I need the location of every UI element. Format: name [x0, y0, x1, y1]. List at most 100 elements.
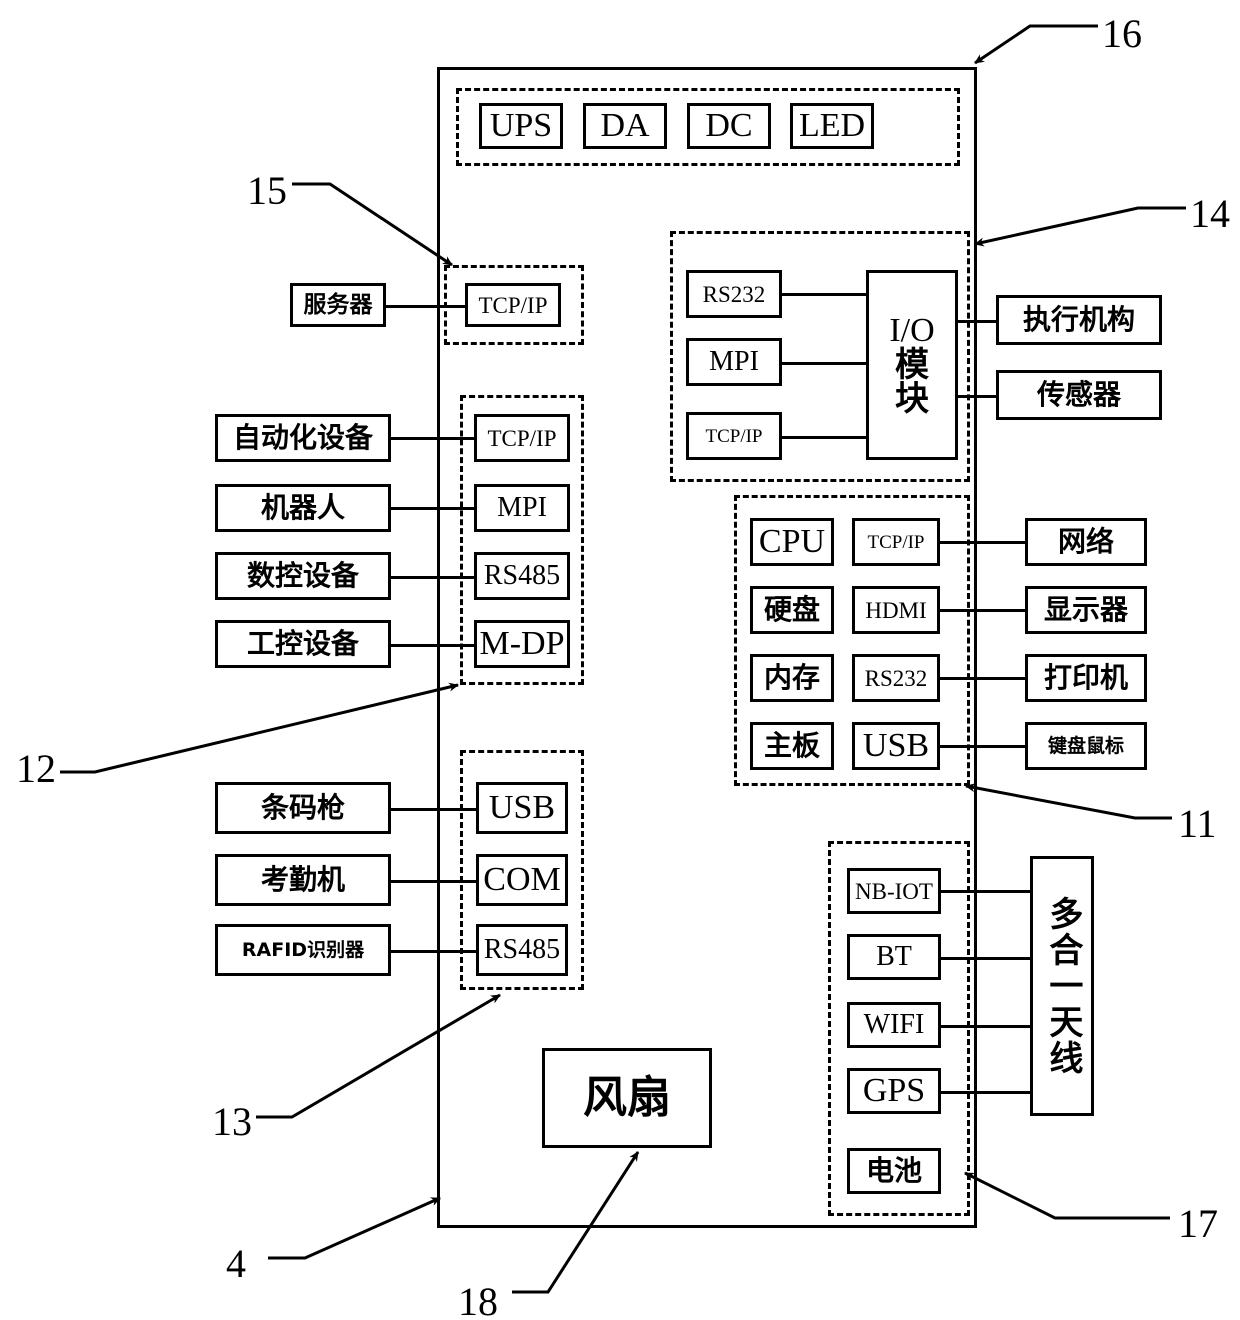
external-device-industrial-pc[interactable]: 工控设备 [215, 620, 391, 668]
connector-rs232-printer [940, 677, 1025, 680]
ref-number-11: 11 [1178, 800, 1217, 847]
external-device-cnc[interactable]: 数控设备 [215, 552, 391, 600]
wireless-module-wifi[interactable]: WIFI [847, 1002, 941, 1048]
io-module[interactable]: I/O 模 块 [866, 270, 958, 460]
port-mpi-fieldbus-label: MPI [497, 492, 547, 523]
port-tcpip-io-label: TCP/IP [705, 425, 763, 447]
external-device-server-label: 服务器 [303, 291, 373, 318]
power-item-ups[interactable]: UPS [479, 103, 563, 149]
leader-16 [974, 24, 1098, 65]
wireless-module-battery[interactable]: 电池 [847, 1148, 941, 1194]
leader-17 [964, 1171, 1170, 1220]
external-device-monitor-label: 显示器 [1043, 593, 1128, 626]
wireless-module-bt[interactable]: BT [847, 934, 941, 980]
port-rs232-computer[interactable]: RS232 [852, 654, 940, 702]
port-tcpip-computer[interactable]: TCP/IP [852, 518, 940, 566]
diagram-canvas: UPS DA DC LED TCP/IP 服务器 TCP/IP MPI RS48… [0, 0, 1240, 1320]
port-mpi-fieldbus[interactable]: MPI [474, 484, 570, 532]
port-tcpip-server[interactable]: TCP/IP [465, 283, 561, 327]
external-device-printer-label: 打印机 [1043, 661, 1128, 694]
connector-robot-mpi [391, 507, 474, 510]
wireless-module-battery-label: 电池 [865, 1154, 922, 1187]
wireless-module-gps[interactable]: GPS [847, 1068, 941, 1114]
wireless-module-nbiot[interactable]: NB-IOT [847, 868, 941, 914]
ref-number-4-text: 4 [226, 1241, 246, 1286]
io-module-label-io: I/O [889, 312, 935, 349]
external-device-monitor[interactable]: 显示器 [1025, 586, 1147, 634]
leader-15 [292, 182, 453, 267]
port-hdmi-computer[interactable]: HDMI [852, 586, 940, 634]
external-device-automation-label: 自动化设备 [232, 421, 373, 454]
port-mdp-fieldbus[interactable]: M-DP [474, 620, 570, 668]
external-device-barcode-gun[interactable]: 条码枪 [215, 782, 391, 834]
external-device-barcode-gun-label: 条码枪 [260, 791, 345, 824]
connector-server-tcpip [386, 305, 465, 308]
leader-14 [974, 206, 1186, 247]
port-hdmi-computer-label: HDMI [865, 597, 927, 623]
ref-number-15-text: 15 [247, 168, 287, 213]
external-device-actuator[interactable]: 执行机构 [996, 295, 1162, 345]
component-memory-label: 内存 [763, 661, 820, 694]
power-item-dc[interactable]: DC [687, 103, 771, 149]
port-tcpip-io[interactable]: TCP/IP [686, 412, 782, 460]
component-memory[interactable]: 内存 [750, 654, 834, 702]
connector-wifi-antenna [941, 1025, 1030, 1028]
wireless-module-wifi-label: WIFI [863, 1009, 925, 1040]
port-mpi-io[interactable]: MPI [686, 338, 782, 386]
connector-bt-antenna [941, 957, 1030, 960]
ref-number-18-text: 18 [458, 1279, 498, 1320]
component-harddisk[interactable]: 硬盘 [750, 586, 834, 634]
connector-mpi-iomodule [782, 362, 866, 365]
ref-number-12: 12 [16, 745, 56, 792]
external-device-robot[interactable]: 机器人 [215, 484, 391, 532]
port-mdp-fieldbus-label: M-DP [479, 625, 565, 662]
external-device-industrial-pc-label: 工控设备 [246, 627, 359, 660]
ref-number-13: 13 [212, 1098, 252, 1145]
external-device-rfid-reader[interactable]: RAFID识别器 [215, 924, 391, 976]
wireless-module-bt-label: BT [876, 941, 912, 972]
external-device-sensor-label: 传感器 [1036, 378, 1121, 411]
power-item-da[interactable]: DA [583, 103, 667, 149]
component-mainboard-label: 主板 [763, 729, 820, 762]
external-device-printer[interactable]: 打印机 [1025, 654, 1147, 702]
external-device-network-label: 网络 [1057, 525, 1114, 558]
port-rs485-peripheral[interactable]: RS485 [476, 924, 568, 976]
connector-tcpip-network [940, 541, 1025, 544]
external-device-keyboard-mouse-label: 键盘鼠标 [1047, 734, 1124, 757]
connector-automation-tcpip [391, 437, 474, 440]
port-tcpip-computer-label: TCP/IP [867, 531, 925, 553]
port-rs232-io[interactable]: RS232 [686, 270, 782, 318]
external-device-network[interactable]: 网络 [1025, 518, 1147, 566]
connector-gps-antenna [941, 1091, 1030, 1094]
power-item-led[interactable]: LED [790, 103, 874, 149]
ref-number-17-text: 17 [1178, 1201, 1218, 1246]
leader-4 [268, 1196, 441, 1260]
external-device-attendance-machine-label: 考勤机 [260, 863, 345, 896]
component-cpu[interactable]: CPU [750, 518, 834, 566]
external-device-automation[interactable]: 自动化设备 [215, 414, 391, 462]
port-rs232-io-label: RS232 [702, 281, 766, 307]
external-device-keyboard-mouse[interactable]: 键盘鼠标 [1025, 722, 1147, 770]
connector-tcpip-iomodule [782, 436, 866, 439]
external-device-sensor[interactable]: 传感器 [996, 370, 1162, 420]
connector-rs232-iomodule [782, 293, 866, 296]
ref-number-17: 17 [1178, 1200, 1218, 1247]
external-device-server[interactable]: 服务器 [290, 283, 386, 327]
connector-usb-keyboard-mouse [940, 745, 1025, 748]
external-device-attendance-machine[interactable]: 考勤机 [215, 854, 391, 906]
ref-number-11-text: 11 [1178, 801, 1217, 846]
fan-label: 风扇 [583, 1072, 671, 1123]
port-com-peripheral[interactable]: COM [476, 854, 568, 906]
connector-rfid-rs485 [391, 950, 476, 953]
connector-nbiot-antenna [941, 890, 1030, 893]
port-mpi-io-label: MPI [709, 346, 759, 377]
fan-box[interactable]: 风扇 [542, 1048, 712, 1148]
port-usb-peripheral[interactable]: USB [476, 782, 568, 834]
external-device-antenna[interactable]: 多合一天线 [1030, 856, 1094, 1116]
port-usb-computer[interactable]: USB [852, 722, 940, 770]
component-mainboard[interactable]: 主板 [750, 722, 834, 770]
port-tcpip-fieldbus[interactable]: TCP/IP [474, 414, 570, 462]
port-tcpip-server-label: TCP/IP [478, 292, 548, 318]
port-rs485-fieldbus[interactable]: RS485 [474, 552, 570, 600]
ref-number-15: 15 [247, 167, 287, 214]
